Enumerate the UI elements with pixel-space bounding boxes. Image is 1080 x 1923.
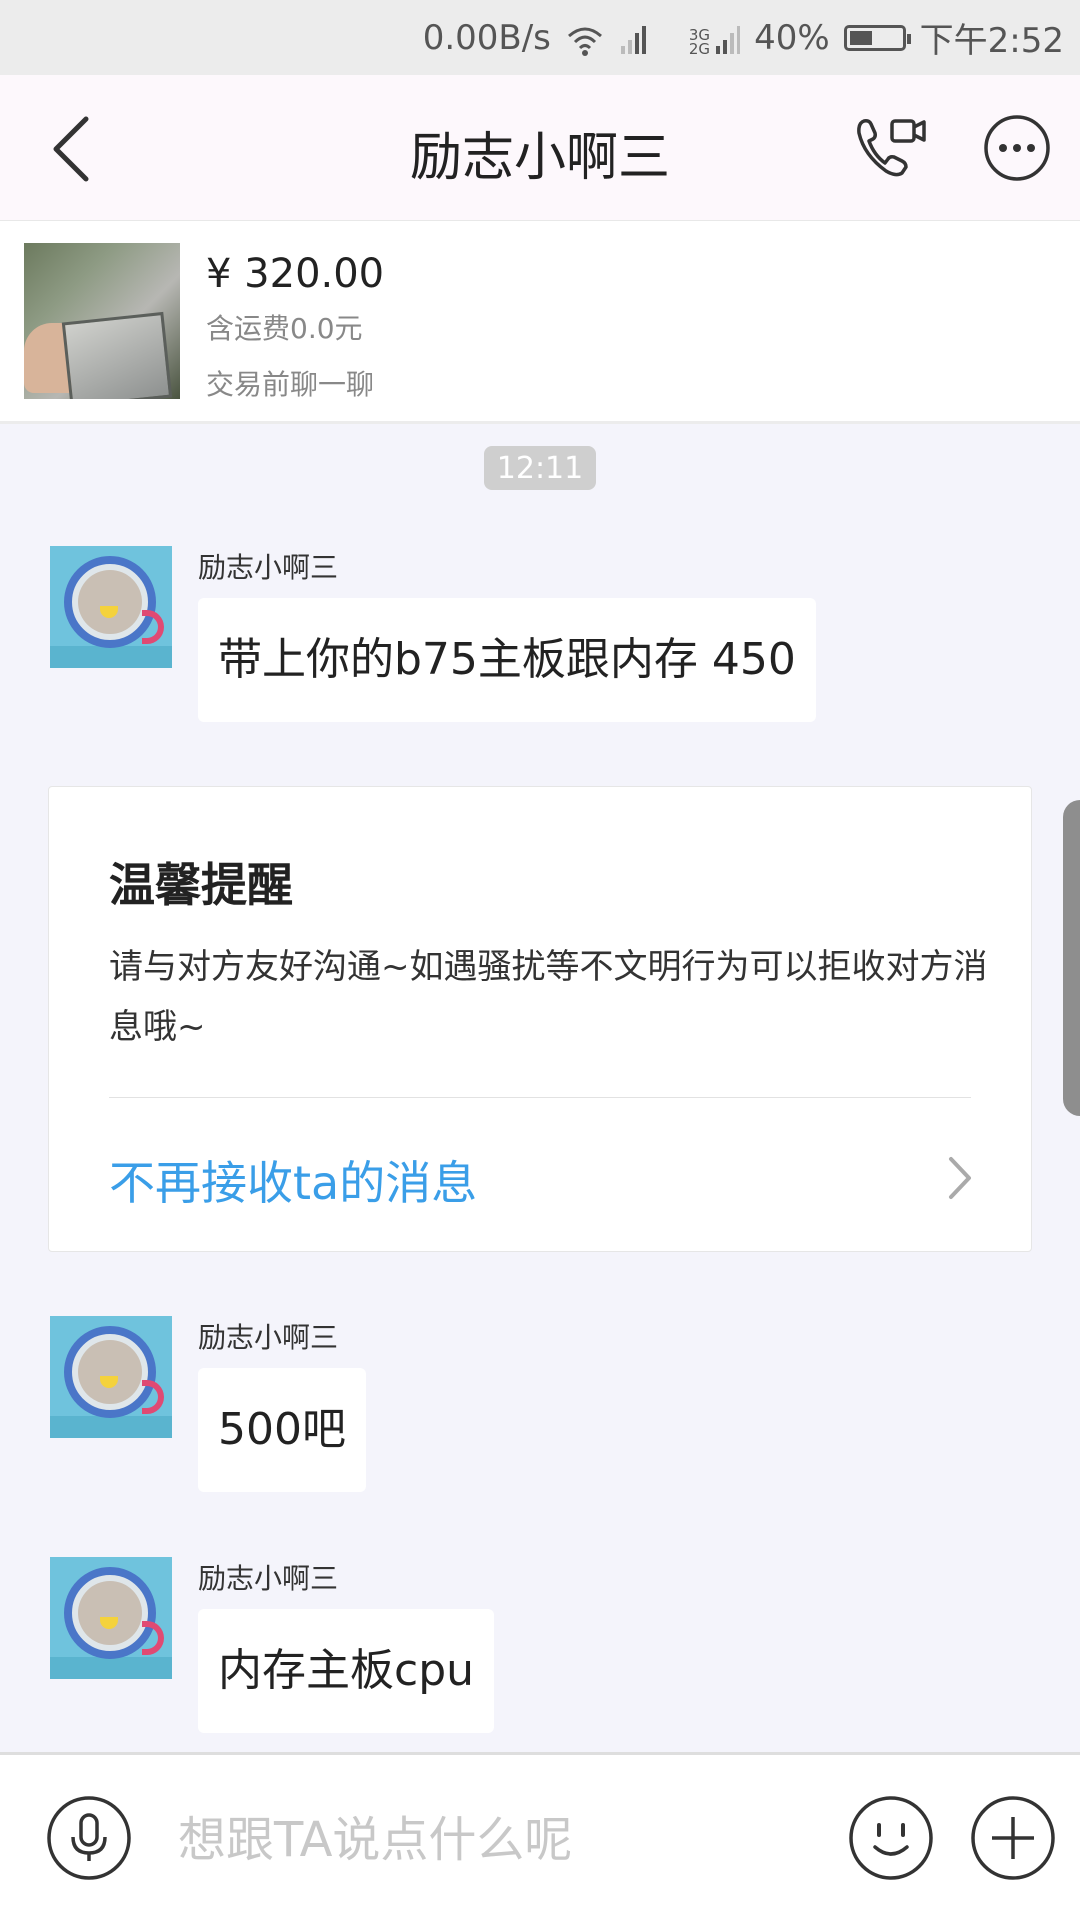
network-type-icon: 3G 2G	[661, 20, 741, 58]
divider	[109, 1097, 971, 1098]
sender-name: 励志小啊三	[198, 551, 339, 584]
status-bar: 0.00B/s 3G 2G 40% 下午2:52	[0, 0, 1080, 75]
message-bubble[interactable]: 带上你的b75主板跟内存 450	[198, 598, 816, 722]
avatar[interactable]	[50, 1316, 172, 1438]
product-card[interactable]: ¥ 320.00 含运费0.0元 交易前聊一聊	[0, 221, 1080, 424]
shipping-fee: 含运费0.0元	[206, 312, 363, 345]
voice-button[interactable]	[46, 1795, 132, 1881]
more-button[interactable]	[982, 113, 1052, 183]
product-note: 交易前聊一聊	[206, 368, 375, 401]
sender-name: 励志小啊三	[198, 1321, 339, 1354]
phone-video-icon	[857, 119, 926, 177]
chevron-right-icon[interactable]	[945, 1153, 975, 1203]
signal-icon	[619, 20, 647, 56]
avatar[interactable]	[50, 1557, 172, 1679]
message-bubble[interactable]: 500吧	[198, 1368, 366, 1492]
status-time: 下午2:52	[919, 21, 1064, 61]
call-button[interactable]	[854, 113, 928, 183]
microphone-icon	[47, 1796, 131, 1880]
product-price: ¥ 320.00	[206, 251, 385, 297]
block-messages-link[interactable]: 不再接收ta的消息	[109, 1147, 477, 1213]
product-image[interactable]	[24, 243, 180, 399]
plus-icon	[971, 1796, 1055, 1880]
smiley-icon	[849, 1796, 933, 1880]
network-bottom-label: 2G	[688, 39, 711, 58]
avatar[interactable]	[50, 546, 172, 668]
input-bar	[0, 1752, 1080, 1923]
more-icon	[984, 115, 1050, 181]
reminder-title: 温馨提醒	[109, 858, 293, 912]
message-bubble[interactable]: 内存主板cpu	[198, 1609, 495, 1733]
add-button[interactable]	[970, 1795, 1056, 1881]
message-input[interactable]	[176, 1799, 820, 1881]
chat-header: 励志小啊三	[0, 75, 1080, 221]
battery-icon	[843, 24, 911, 51]
emoji-button[interactable]	[848, 1795, 934, 1881]
network-speed: 0.00B/s	[422, 17, 551, 58]
wifi-icon	[565, 20, 605, 56]
battery-percent: 40%	[754, 17, 830, 58]
sender-name: 励志小啊三	[198, 1562, 339, 1595]
reminder-body: 请与对方友好沟通~如遇骚扰等不文明行为可以拒收对方消息哦~	[109, 947, 988, 1047]
scroll-handle[interactable]	[1063, 800, 1080, 1116]
chat-timestamp: 12:11	[484, 446, 596, 490]
reminder-card: 温馨提醒 请与对方友好沟通~如遇骚扰等不文明行为可以拒收对方消息哦~ 不再接收t…	[48, 786, 1032, 1252]
